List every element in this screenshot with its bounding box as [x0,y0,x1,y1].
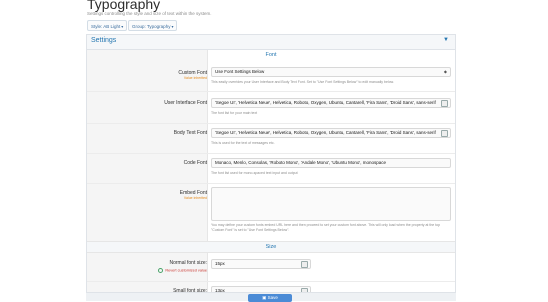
row-divider [87,281,455,282]
save-icon: ▣ [262,295,267,300]
style-chip[interactable]: Style: AB Light▾ [87,20,128,31]
row-divider [87,153,455,154]
ui-font-hint: The font list for your main text [211,111,258,115]
group-chip[interactable]: Group: Typography▾ [128,20,178,31]
edit-icon[interactable] [441,130,448,137]
custom-font-sublabel: Value inherited [183,76,207,80]
edit-icon[interactable] [301,261,308,268]
embed-font-sublabel: Value inherited [183,196,207,200]
code-font-hint: The font list used for mono-spaced text … [211,171,298,175]
revert-icon [158,268,164,273]
chevron-down-icon: ▾ [171,24,174,29]
custom-font-select[interactable]: Use Font Settings Below ◆ [211,67,451,77]
normal-size-input[interactable]: 15px [211,259,311,269]
embed-font-hint: You may define your custom fonts embed U… [211,223,441,232]
row-divider [87,91,455,92]
normal-size-label: Normal font size: [169,260,207,266]
revert-link[interactable]: Revert customized value [158,268,207,273]
code-font-input[interactable]: Monaco, Menlo, Consolas, 'Roboto Mono', … [211,158,451,168]
code-font-label: Code Font [183,160,207,166]
body-font-value: 'Segoe UI', 'Helvetica Neue', Helvetica,… [215,130,436,135]
save-label: Save [267,295,278,300]
embed-font-textarea[interactable] [211,187,451,221]
code-font-value: Monaco, Menlo, Consolas, 'Roboto Mono', … [215,160,387,165]
ui-font-input[interactable]: 'Segoe UI', 'Helvetica Neue', Helvetica,… [211,98,451,108]
group-chip-label: Group: Typography [132,24,171,29]
page-description: Settings controlling the style and size … [87,11,212,16]
ui-font-label: User Interface Font [164,100,207,106]
custom-font-hint: This easily overrides your User Interfac… [211,80,394,84]
custom-font-value: Use Font Settings Below [215,69,265,74]
chevron-down-icon: ◆ [443,69,447,74]
settings-panel: Settings ▼ Font Custom Font Value inheri… [86,34,456,300]
body-font-hint: This is used for the text of messages et… [211,141,275,145]
normal-size-value: 15px [215,261,225,266]
save-button[interactable]: ▣ Save [248,294,292,302]
section-font-header: Font [265,52,277,58]
revert-label: Revert customized value [165,268,207,273]
ui-font-value: 'Segoe UI', 'Helvetica Neue', Helvetica,… [215,100,436,105]
panel-header[interactable]: Settings ▼ [87,35,455,50]
body-font-label: Body Text Font [173,130,207,136]
chevron-down-icon: ▾ [121,24,124,29]
collapse-icon[interactable]: ▼ [443,37,449,43]
panel-title: Settings [91,37,117,44]
row-divider [87,123,455,124]
body-font-input[interactable]: 'Segoe UI', 'Helvetica Neue', Helvetica,… [211,128,451,138]
row-divider [87,183,455,184]
edit-icon[interactable] [441,100,448,107]
section-size-header: Size [87,241,455,253]
style-chip-label: Style: AB Light [91,24,121,29]
